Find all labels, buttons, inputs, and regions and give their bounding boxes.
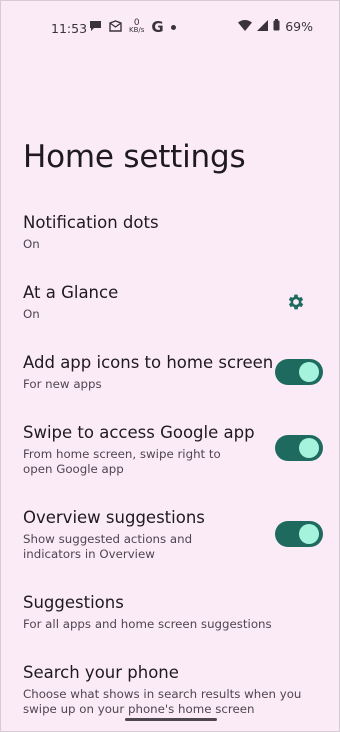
home-gesture-bar[interactable]: [125, 718, 217, 721]
gear-icon[interactable]: [286, 292, 306, 316]
battery-percent: 69%: [285, 19, 313, 34]
status-bar: 11:53 0 KB/s G 69%: [1, 1, 339, 53]
page-title: Home settings: [23, 139, 246, 175]
setting-label: Search your phone: [23, 663, 179, 682]
notification-icons: 0 KB/s G: [89, 18, 176, 36]
setting-label: Notification dots: [23, 213, 159, 232]
setting-summary: For all apps and home screen suggestions: [23, 617, 272, 631]
setting-search-your-phone[interactable]: Search your phone Choose what shows in s…: [23, 663, 323, 717]
setting-suggestions[interactable]: Suggestions For all apps and home screen…: [23, 593, 323, 632]
setting-at-a-glance[interactable]: At a Glance On: [23, 283, 323, 322]
google-icon: G: [151, 18, 164, 36]
network-speed-unit: KB/s: [129, 26, 145, 34]
battery-icon: [273, 19, 280, 34]
overview-suggestions-toggle[interactable]: [275, 521, 323, 547]
toggle-knob: [299, 362, 319, 382]
setting-label: Suggestions: [23, 593, 124, 612]
swipe-google-app-toggle[interactable]: [275, 435, 323, 461]
setting-label: At a Glance: [23, 283, 119, 302]
add-app-icons-toggle[interactable]: [275, 359, 323, 385]
screen: 11:53 0 KB/s G 69% Home settings Notific…: [0, 0, 340, 732]
network-speed: 0 KB/s: [129, 19, 145, 34]
setting-summary: Choose what shows in search results when…: [23, 687, 302, 716]
toggle-knob: [299, 438, 319, 458]
more-notifications-dot-icon: [170, 24, 176, 30]
setting-notification-dots[interactable]: Notification dots On: [23, 213, 323, 252]
setting-summary: On: [23, 237, 40, 251]
clock: 11:53: [51, 21, 88, 36]
mail-icon: [109, 19, 122, 35]
cellular-signal-icon: [257, 19, 269, 34]
toggle-knob: [299, 524, 319, 544]
wifi-icon: [238, 19, 253, 34]
setting-summary: On: [23, 307, 40, 321]
chat-icon: [89, 20, 102, 35]
system-icons: 69%: [238, 19, 313, 34]
